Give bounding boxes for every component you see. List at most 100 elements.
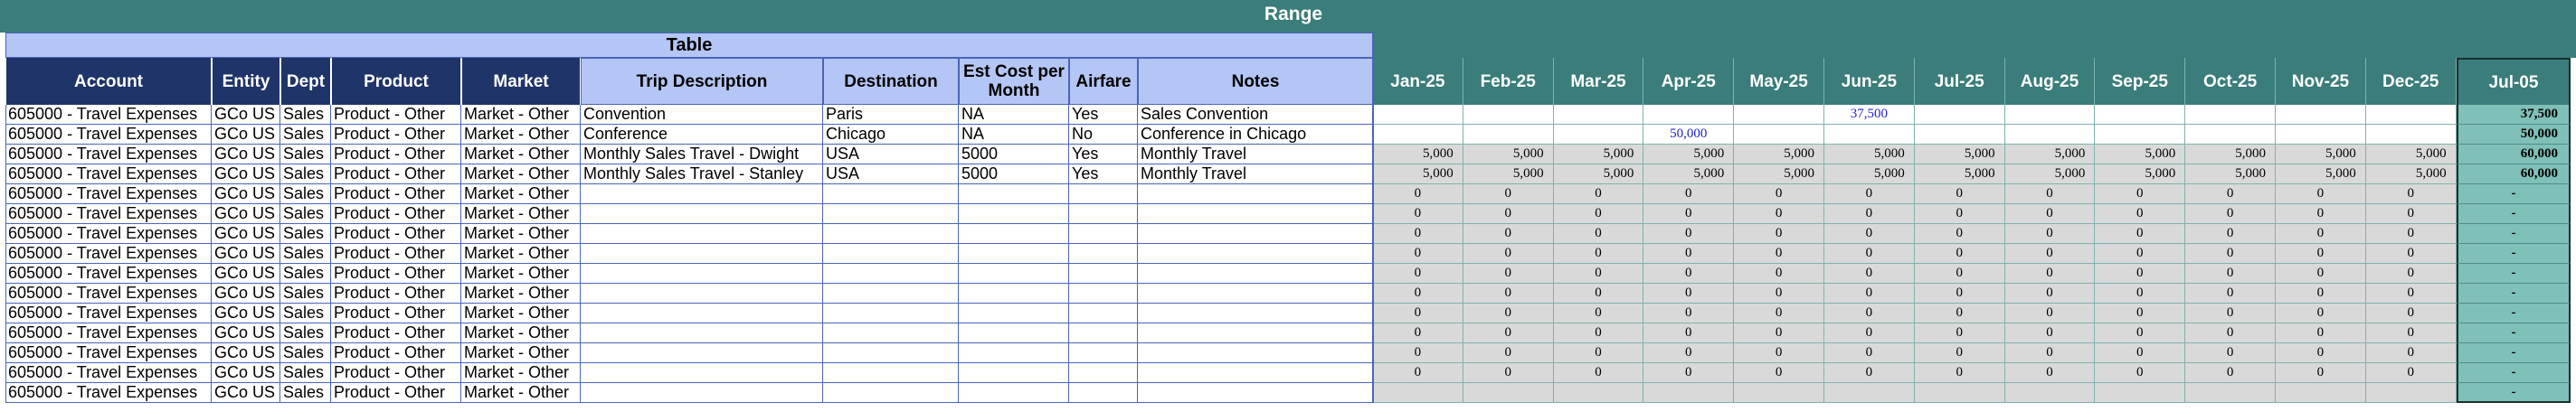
cell-month-value[interactable]: 0 [1373, 204, 1463, 224]
cell-month-value[interactable]: 5,000 [1643, 145, 1735, 164]
cell-airfare[interactable] [1069, 224, 1138, 244]
cell-month-value[interactable]: 5,000 [1463, 164, 1554, 184]
cell-market[interactable]: Market - Other [461, 244, 581, 264]
header-account[interactable]: Account [5, 58, 212, 105]
cell-trip[interactable] [581, 204, 823, 224]
cell-entity[interactable]: GCo US [212, 125, 280, 145]
cell-market[interactable]: Market - Other [461, 224, 581, 244]
cell-month-value[interactable]: 0 [1914, 204, 2005, 224]
cell-month-value[interactable] [1373, 105, 1463, 125]
cell-month-value[interactable]: 0 [1373, 363, 1463, 383]
header-month[interactable]: Jul-25 [1914, 58, 2005, 105]
cell-month-value[interactable]: 0 [2276, 343, 2366, 363]
cell-total[interactable]: - [2457, 343, 2571, 363]
cell-notes[interactable] [1138, 204, 1373, 224]
cell-entity[interactable]: GCo US [212, 145, 280, 164]
cell-entity[interactable]: GCo US [212, 383, 280, 403]
header-month[interactable]: Mar-25 [1553, 58, 1644, 105]
cell-product[interactable]: Product - Other [331, 304, 461, 323]
cell-month-value[interactable]: 0 [1824, 224, 1915, 244]
cell-month-value[interactable]: 0 [2004, 343, 2096, 363]
cell-airfare[interactable] [1069, 184, 1138, 204]
cell-month-value[interactable]: 0 [1914, 343, 2005, 363]
cell-month-value[interactable] [1643, 105, 1735, 125]
cell-month-value[interactable]: 0 [2185, 204, 2276, 224]
cell-trip[interactable]: Convention [581, 105, 823, 125]
cell-entity[interactable]: GCo US [212, 105, 280, 125]
cell-destination[interactable] [823, 184, 959, 204]
cell-month-value[interactable] [1914, 125, 2005, 145]
cell-product[interactable]: Product - Other [331, 184, 461, 204]
cell-month-value[interactable]: 5,000 [1643, 164, 1735, 184]
header-month[interactable]: Jun-25 [1824, 58, 1915, 105]
cell-month-value[interactable]: 0 [2004, 304, 2096, 323]
header-destination[interactable]: Destination [823, 58, 959, 105]
cell-account[interactable]: 605000 - Travel Expenses [5, 204, 212, 224]
cell-month-value[interactable]: 0 [1734, 304, 1824, 323]
cell-dept[interactable]: Sales [280, 284, 331, 304]
cell-market[interactable]: Market - Other [461, 145, 581, 164]
cell-market[interactable]: Market - Other [461, 105, 581, 125]
cell-total[interactable]: 50,000 [2457, 125, 2571, 145]
cell-airfare[interactable] [1069, 383, 1138, 403]
cell-month-value[interactable]: 0 [1914, 304, 2005, 323]
cell-month-value[interactable]: 0 [1824, 244, 1915, 264]
cell-destination[interactable] [823, 363, 959, 383]
cell-total[interactable]: - [2457, 244, 2571, 264]
cell-entity[interactable]: GCo US [212, 304, 280, 323]
cell-trip[interactable] [581, 244, 823, 264]
cell-est-cost[interactable] [959, 363, 1069, 383]
cell-month-value[interactable]: 0 [2276, 323, 2366, 343]
cell-account[interactable]: 605000 - Travel Expenses [5, 125, 212, 145]
cell-account[interactable]: 605000 - Travel Expenses [5, 383, 212, 403]
cell-month-value[interactable]: 0 [1643, 363, 1735, 383]
cell-account[interactable]: 605000 - Travel Expenses [5, 284, 212, 304]
cell-month-value[interactable]: 0 [2004, 264, 2096, 284]
cell-product[interactable]: Product - Other [331, 105, 461, 125]
cell-dept[interactable]: Sales [280, 204, 331, 224]
header-month[interactable]: Apr-25 [1643, 58, 1735, 105]
cell-month-value[interactable]: 0 [1643, 224, 1735, 244]
header-trip-description[interactable]: Trip Description [581, 58, 823, 105]
cell-month-value[interactable]: 0 [2004, 323, 2096, 343]
cell-market[interactable]: Market - Other [461, 125, 581, 145]
cell-month-value[interactable]: 0 [2365, 184, 2457, 204]
cell-notes[interactable]: Sales Convention [1138, 105, 1373, 125]
cell-total[interactable]: - [2457, 204, 2571, 224]
cell-month-value[interactable] [2004, 125, 2096, 145]
cell-dept[interactable]: Sales [280, 145, 331, 164]
cell-notes[interactable] [1138, 224, 1373, 244]
cell-notes[interactable]: Monthly Travel [1138, 145, 1373, 164]
cell-notes[interactable] [1138, 363, 1373, 383]
cell-market[interactable]: Market - Other [461, 164, 581, 184]
cell-month-value[interactable]: 0 [2004, 204, 2096, 224]
cell-dept[interactable]: Sales [280, 125, 331, 145]
cell-month-value[interactable]: 5,000 [1373, 145, 1463, 164]
cell-month-value[interactable]: 0 [1553, 224, 1644, 244]
cell-month-value[interactable]: 0 [1553, 323, 1644, 343]
cell-total[interactable]: - [2457, 304, 2571, 323]
cell-total[interactable]: - [2457, 224, 2571, 244]
header-month[interactable]: Dec-25 [2365, 58, 2457, 105]
cell-destination[interactable] [823, 304, 959, 323]
cell-total[interactable]: - [2457, 184, 2571, 204]
cell-total[interactable]: - [2457, 264, 2571, 284]
cell-notes[interactable] [1138, 284, 1373, 304]
cell-month-value[interactable]: 0 [2095, 264, 2186, 284]
cell-month-value[interactable]: 0 [2095, 284, 2186, 304]
cell-dept[interactable]: Sales [280, 244, 331, 264]
cell-month-value[interactable]: 5,000 [2004, 164, 2096, 184]
cell-month-value[interactable]: 0 [1914, 184, 2005, 204]
cell-destination[interactable]: USA [823, 164, 959, 184]
header-month[interactable]: Aug-25 [2004, 58, 2096, 105]
cell-month-value[interactable]: 0 [2004, 363, 2096, 383]
cell-month-value[interactable] [2276, 105, 2366, 125]
cell-month-value[interactable]: 0 [1734, 284, 1824, 304]
cell-airfare[interactable]: Yes [1069, 145, 1138, 164]
cell-product[interactable]: Product - Other [331, 323, 461, 343]
cell-entity[interactable]: GCo US [212, 184, 280, 204]
cell-month-value[interactable]: 5,000 [2276, 145, 2366, 164]
cell-est-cost[interactable]: NA [959, 105, 1069, 125]
cell-month-value[interactable]: 0 [1463, 284, 1554, 304]
cell-dept[interactable]: Sales [280, 383, 331, 403]
